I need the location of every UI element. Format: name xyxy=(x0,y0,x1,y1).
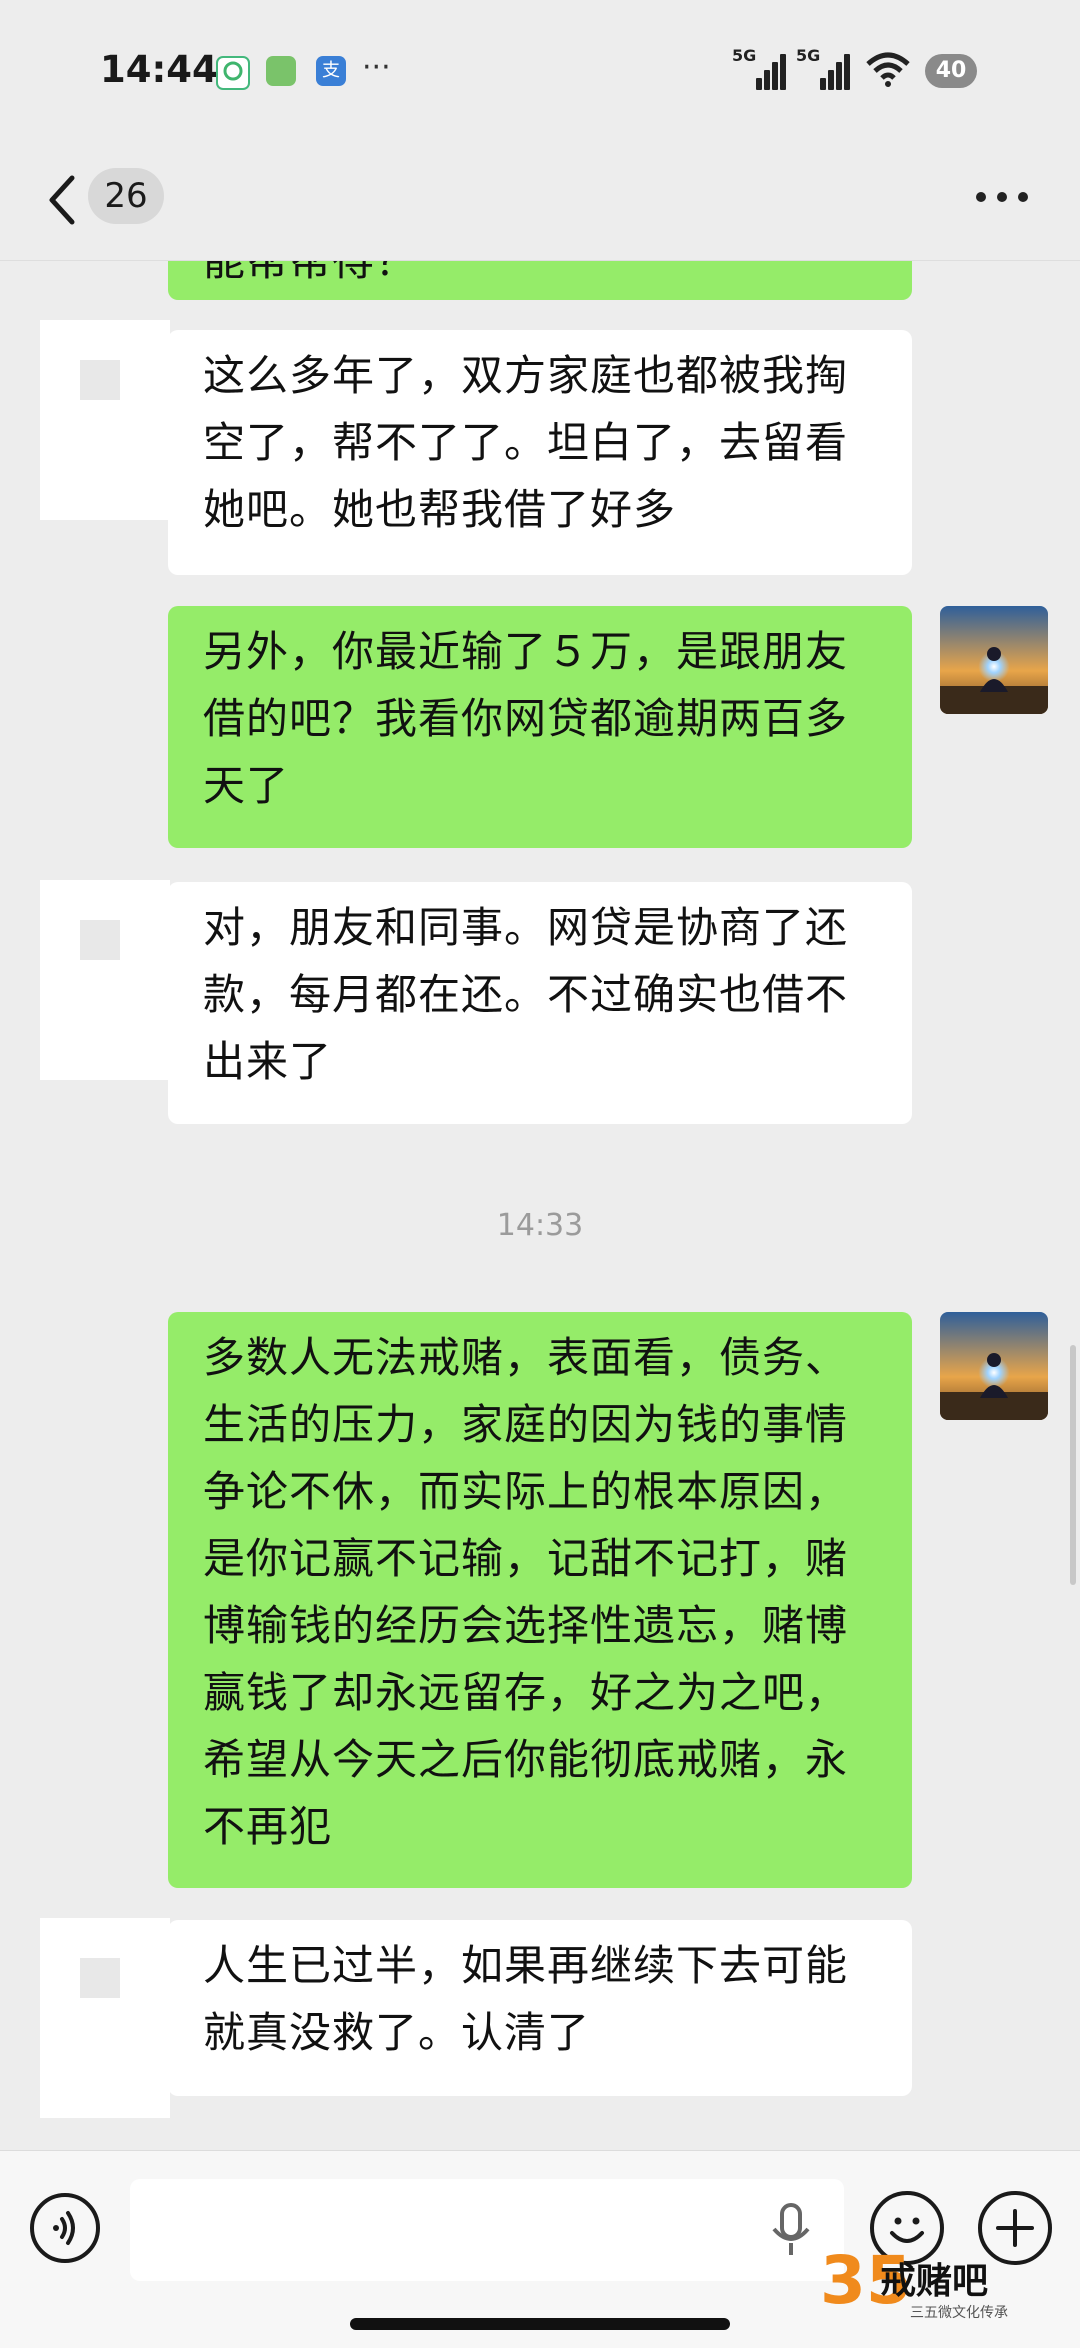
message-bubble-outgoing[interactable]: 另外，你最近输了５万，是跟朋友 借的吧？我看你网贷都逾期两百多 天了 xyxy=(168,606,912,848)
scrollbar[interactable] xyxy=(1070,1345,1076,1585)
unread-count-badge[interactable]: 26 xyxy=(88,168,164,224)
app-icon xyxy=(266,56,296,86)
message-bubble-incoming[interactable]: 对，朋友和同事。网贷是协商了还 款，每月都在还。不过确实也借不 出来了 xyxy=(168,882,912,1124)
chat-header: 26 xyxy=(0,140,1080,261)
home-indicator[interactable] xyxy=(350,2318,730,2330)
watermark-subtitle: 三五微文化传承 xyxy=(910,2305,1008,2321)
message-timestamp: 14:33 xyxy=(496,1208,584,1243)
message-input[interactable] xyxy=(130,2179,844,2281)
more-notifications-icon: ··· xyxy=(362,50,391,85)
status-time: 14:44 xyxy=(100,48,218,91)
signal-icon: 5G xyxy=(732,46,788,90)
message-bubble-outgoing[interactable]: 多数人无法戒赌，表面看，债务、 生活的压力，家庭的因为钱的事情 争论不休，而实际… xyxy=(168,1312,912,1888)
contact-avatar[interactable] xyxy=(40,880,170,1080)
back-arrow-icon[interactable] xyxy=(46,170,76,230)
wifi-icon xyxy=(864,50,912,90)
signal-label-2: 5G xyxy=(796,46,821,65)
signal-icon-2: 5G xyxy=(796,46,852,90)
user-avatar[interactable] xyxy=(940,1312,1048,1420)
watermark: 35 戒赌吧 三五微文化传承 xyxy=(770,2240,1070,2340)
sync-icon xyxy=(216,56,250,90)
watermark-title: 戒赌吧 xyxy=(880,2261,989,2302)
more-options-icon[interactable] xyxy=(976,192,1028,202)
voice-mode-button[interactable] xyxy=(30,2193,100,2263)
user-avatar[interactable] xyxy=(940,606,1048,714)
message-bubble-incoming[interactable]: 人生已过半，如果再继续下去可能 就真没救了。认清了 xyxy=(168,1920,912,2096)
status-bar: 14:44 支 ··· 5G 5G 40 xyxy=(0,0,1080,140)
battery-indicator: 40 xyxy=(925,54,977,88)
contact-avatar[interactable] xyxy=(40,320,170,520)
alipay-icon: 支 xyxy=(316,56,346,86)
message-bubble-incoming[interactable]: 这么多年了，双方家庭也都被我掏 空了，帮不了了。坦白了，去留看 她吧。她也帮我借… xyxy=(168,330,912,575)
contact-avatar[interactable] xyxy=(40,1918,170,2118)
signal-label: 5G xyxy=(732,46,757,65)
